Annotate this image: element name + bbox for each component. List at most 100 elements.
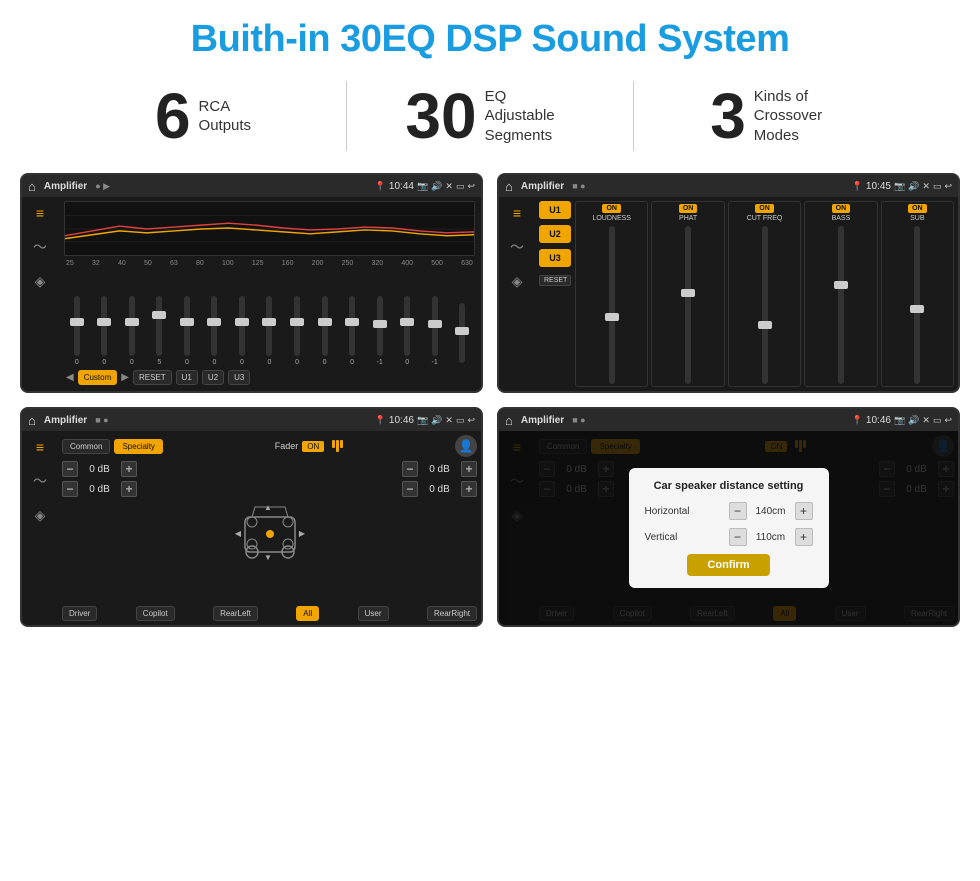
amp2-tune-icon[interactable]: ≡ (513, 205, 521, 221)
cross-main-area: Common Specialty Fader ON 👤 − (58, 431, 481, 625)
cross-specialty-tab[interactable]: Specialty (114, 439, 162, 454)
amp2-u3-btn[interactable]: U3 (539, 249, 571, 267)
cross-home-icon[interactable]: ⌂ (28, 413, 36, 428)
cross-all-btn[interactable]: All (296, 606, 319, 621)
cross-db-0: 0 dB (82, 464, 117, 475)
dialog-horizontal-minus[interactable]: − (729, 502, 747, 520)
eq-slider-12: 0 (396, 296, 418, 366)
eq-track-2[interactable] (129, 296, 135, 356)
dialog-vertical-plus[interactable]: + (795, 528, 813, 546)
cross-minus-3[interactable]: − (402, 481, 418, 497)
cross-plus-3[interactable]: + (461, 481, 477, 497)
cross-minus-1[interactable]: − (62, 481, 78, 497)
cross-copilot-btn[interactable]: Copilot (136, 606, 175, 621)
svg-text:▼: ▼ (264, 553, 272, 562)
amp2-back-icon[interactable]: ↩ (944, 181, 952, 192)
amp2-camera-icon: 📷 (894, 181, 905, 192)
dialog-status-icons-right: 📍 10:46 📷 🔊 ✕ ▭ ↩ (852, 415, 952, 426)
cross-driver-btn[interactable]: Driver (62, 606, 97, 621)
amp2-cutfreq-slider (762, 226, 768, 384)
eq-home-icon[interactable]: ⌂ (28, 179, 36, 194)
cross-rearright-btn[interactable]: RearRight (427, 606, 477, 621)
eq-wave-icon[interactable]: 〜 (33, 237, 47, 257)
amp2-wave-icon[interactable]: 〜 (510, 237, 524, 257)
eq-time: 10:44 (389, 181, 414, 192)
amp2-phat-track[interactable] (685, 226, 691, 384)
amp2-sub-slider (914, 226, 920, 384)
amp2-cutfreq-on: ON (755, 204, 774, 213)
eq-screen-content: ≡ 〜 ◈ (22, 197, 481, 391)
eq-val-10: 0 (350, 359, 354, 366)
cross-location-icon: 📍 (375, 415, 386, 426)
cross-wave-icon[interactable]: 〜 (33, 471, 47, 491)
dialog-back-icon[interactable]: ↩ (944, 415, 952, 426)
eq-track-0[interactable] (74, 296, 80, 356)
eq-track-5[interactable] (211, 296, 217, 356)
amp2-u1-btn[interactable]: U1 (539, 201, 571, 219)
dialog-home-icon[interactable]: ⌂ (505, 413, 513, 428)
eq-track-10[interactable] (349, 296, 355, 356)
cross-plus-2[interactable]: + (461, 461, 477, 477)
eq-slider-7: 0 (259, 296, 281, 366)
eq-track-6[interactable] (239, 296, 245, 356)
cross-speaker-icon[interactable]: ◈ (35, 507, 46, 524)
eq-tune-icon[interactable]: ≡ (36, 205, 44, 221)
amp2-home-icon[interactable]: ⌂ (505, 179, 513, 194)
cross-minus-2[interactable]: − (402, 461, 418, 477)
cross-minus-0[interactable]: − (62, 461, 78, 477)
amp2-reset-btn[interactable]: RESET (539, 275, 571, 286)
cross-common-tab[interactable]: Common (62, 439, 110, 454)
svg-text:▶: ▶ (298, 529, 305, 538)
eq-custom-btn[interactable]: Custom (78, 370, 118, 385)
eq-track-7[interactable] (266, 296, 272, 356)
dialog-horizontal-plus[interactable]: + (795, 502, 813, 520)
amp2-cutfreq-track[interactable] (762, 226, 768, 384)
amp2-speaker-icon[interactable]: ◈ (512, 273, 523, 290)
eq-track-11[interactable] (377, 296, 383, 356)
eq-track-13[interactable] (432, 296, 438, 356)
eq-reset-btn[interactable]: RESET (133, 370, 172, 385)
eq-track-8[interactable] (294, 296, 300, 356)
eq-track-3[interactable] (156, 296, 162, 356)
dialog-vertical-row: Vertical − 110cm + (645, 528, 813, 546)
eq-screen-title: Amplifier (44, 181, 87, 192)
svg-text:▲: ▲ (264, 503, 272, 512)
amp2-loudness-track[interactable] (609, 226, 615, 384)
amp2-u2-btn[interactable]: U2 (539, 225, 571, 243)
eq-screen-card: ⌂ Amplifier ● ▶ 📍 10:44 📷 🔊 ✕ ▭ ↩ ≡ 〜 ◈ (20, 173, 483, 393)
eq-u2-btn[interactable]: U2 (202, 370, 224, 385)
eq-track-1[interactable] (101, 296, 107, 356)
eq-speaker-icon[interactable]: ◈ (35, 273, 46, 290)
cross-back-icon[interactable]: ↩ (467, 415, 475, 426)
eq-back-icon[interactable]: ↩ (467, 181, 475, 192)
eq-u1-btn[interactable]: U1 (176, 370, 198, 385)
eq-slider-11: -1 (369, 296, 391, 366)
eq-next-icon[interactable]: ▶ (121, 372, 129, 383)
eq-val-7: 0 (268, 359, 272, 366)
dialog-confirm-button[interactable]: Confirm (687, 554, 769, 576)
cross-side-icons: ≡ 〜 ◈ (22, 431, 58, 625)
cross-user-icon[interactable]: 👤 (455, 435, 477, 457)
dialog-vertical-minus[interactable]: − (729, 528, 747, 546)
eq-bottom-bar: ◀ Custom ▶ RESET U1 U2 U3 (64, 366, 475, 387)
stat-eq-number: 30 (405, 84, 476, 148)
eq-val-0: 0 (75, 359, 79, 366)
amp2-bass-track[interactable] (838, 226, 844, 384)
cross-plus-1[interactable]: + (121, 481, 137, 497)
eq-val-5: 0 (212, 359, 216, 366)
eq-u3-btn[interactable]: U3 (228, 370, 250, 385)
cross-plus-0[interactable]: + (121, 461, 137, 477)
eq-track-9[interactable] (322, 296, 328, 356)
cross-screen-content: ≡ 〜 ◈ Common Specialty Fader ON 👤 (22, 431, 481, 625)
stat-eq-label: EQ AdjustableSegments (485, 87, 575, 146)
eq-prev-icon[interactable]: ◀ (66, 372, 74, 383)
cross-rearleft-btn[interactable]: RearLeft (213, 606, 258, 621)
amp2-bass-on: ON (832, 204, 851, 213)
cross-tune-icon[interactable]: ≡ (36, 439, 44, 455)
cross-user-btn[interactable]: User (358, 606, 389, 621)
eq-track-12[interactable] (404, 296, 410, 356)
eq-slider-10: 0 (341, 296, 363, 366)
eq-track-14[interactable] (459, 303, 465, 363)
eq-track-4[interactable] (184, 296, 190, 356)
amp2-sub-track[interactable] (914, 226, 920, 384)
